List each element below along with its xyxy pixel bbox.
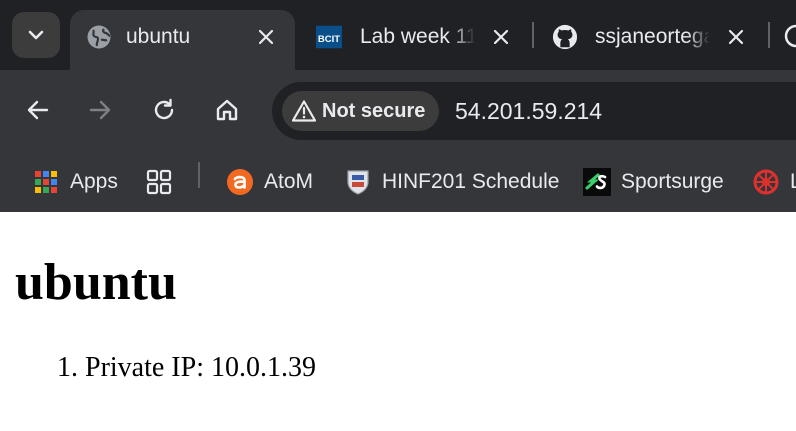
tab-separator <box>768 22 770 48</box>
bookmark-partial[interactable]: L <box>752 160 796 204</box>
wheel-icon <box>752 168 780 196</box>
back-button[interactable] <box>18 90 58 130</box>
security-chip[interactable]: Not secure <box>282 91 440 131</box>
github-icon <box>552 24 578 50</box>
list-item-number: 1. <box>57 352 85 383</box>
bookmarks-bar: Apps AtoM HINF201 Schedule Sportsurge L <box>0 152 796 212</box>
bcit-logo: BCIT <box>316 24 342 50</box>
browser-toolbar: Not secure 54.201.59.214 <box>0 70 796 152</box>
apps-grid-icon <box>32 168 60 196</box>
tab-favicon-partial[interactable] <box>784 24 796 53</box>
warning-icon <box>290 97 318 125</box>
reload-icon <box>154 98 174 120</box>
close-tab-icon[interactable] <box>488 24 514 50</box>
forward-button[interactable] <box>80 90 120 130</box>
bookmark-label: HINF201 Schedule <box>382 170 560 193</box>
close-tab-icon[interactable] <box>253 24 279 50</box>
tab-lab-week[interactable]: BCIT Lab week 11 <box>300 10 520 70</box>
tab-title: Lab week 11 <box>360 25 475 48</box>
bookmark-separator <box>198 162 200 188</box>
bcit-logo-text: BCIT <box>318 34 340 45</box>
reload-button[interactable] <box>144 90 184 130</box>
tab-groups-button[interactable] <box>145 160 173 204</box>
tab-github[interactable]: ssjaneortega <box>540 10 760 70</box>
globe-icon <box>784 24 796 48</box>
url-text[interactable]: 54.201.59.214 <box>455 97 602 125</box>
globe-icon <box>86 24 112 50</box>
bookmark-atom[interactable]: AtoM <box>226 160 313 204</box>
bookmark-apps[interactable]: Apps <box>32 160 118 204</box>
tab-search-button[interactable] <box>12 12 60 58</box>
tab-ubuntu[interactable]: ubuntu <box>70 10 295 70</box>
ordered-list: 1. Private IP: 10.0.1.39 <box>57 352 316 384</box>
tab-groups-icon <box>145 168 173 196</box>
arrow-right-icon <box>89 100 111 120</box>
crest-icon <box>344 168 372 196</box>
bookmark-label: AtoM <box>264 170 314 193</box>
address-bar[interactable]: Not secure 54.201.59.214 <box>272 82 796 140</box>
bookmark-hinf201[interactable]: HINF201 Schedule <box>344 160 559 204</box>
bookmark-label: Sportsurge <box>621 170 724 193</box>
home-button[interactable] <box>207 90 247 130</box>
sportsurge-icon <box>583 168 611 196</box>
arrow-left-icon <box>27 100 49 120</box>
atom-icon <box>226 168 254 196</box>
list-item: Private IP: 10.0.1.39 <box>85 352 316 383</box>
bookmark-label: Apps <box>70 170 118 193</box>
tab-separator <box>532 22 534 48</box>
chevron-down-icon <box>28 30 44 40</box>
tab-title: ssjaneortega <box>595 25 710 48</box>
page-content: ubuntu 1. Private IP: 10.0.1.39 <box>0 212 796 431</box>
tab-title: ubuntu <box>126 25 191 48</box>
security-label: Not secure <box>322 99 426 122</box>
close-tab-icon[interactable] <box>723 24 749 50</box>
page-heading: ubuntu <box>15 254 177 311</box>
bookmark-label: L <box>790 170 796 193</box>
bookmark-sportsurge[interactable]: Sportsurge <box>583 160 724 204</box>
home-icon <box>216 99 238 121</box>
tab-strip: ubuntu BCIT Lab week 11 ssjaneortega <box>0 0 796 70</box>
